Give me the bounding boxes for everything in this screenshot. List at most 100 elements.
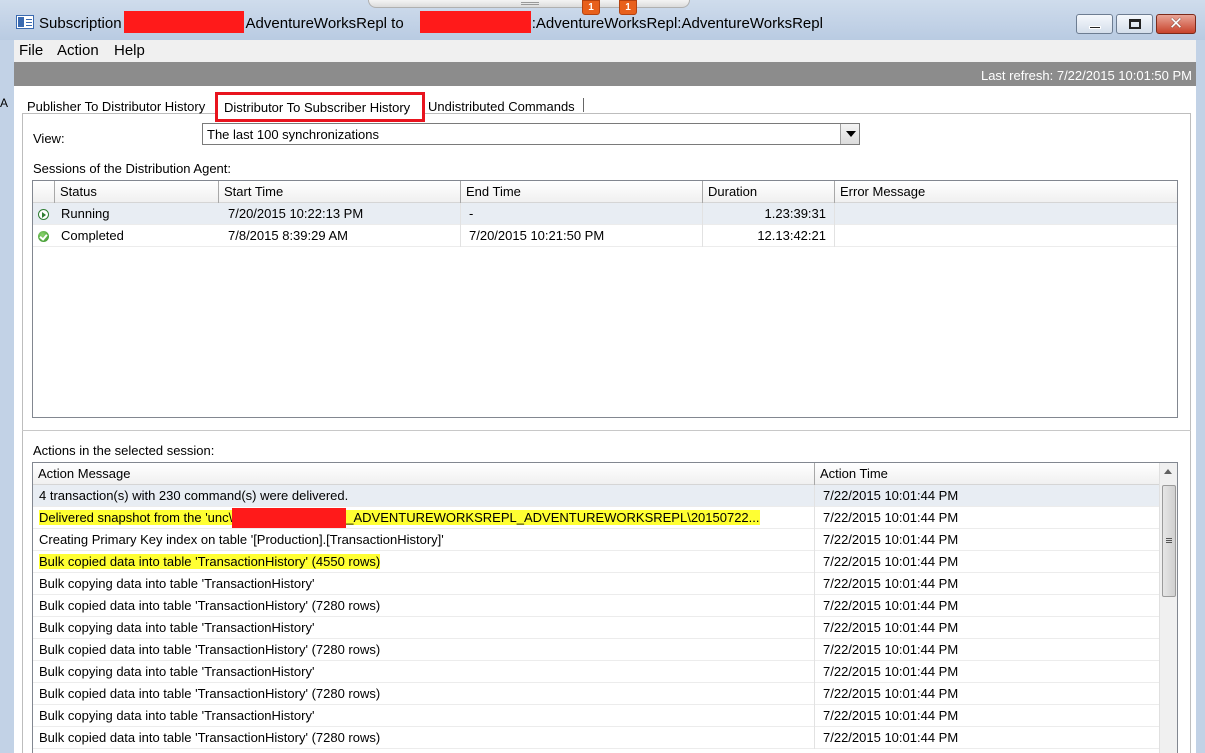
panel-splitter[interactable]	[22, 430, 1191, 431]
tab-distributor-to-subscriber[interactable]: Distributor To Subscriber History	[215, 92, 425, 122]
menu-action[interactable]: Action	[57, 42, 99, 59]
title-prefix: Subscription	[39, 15, 122, 32]
cell-action-message: Bulk copying data into table 'Transactio…	[33, 573, 815, 595]
table-row[interactable]: Creating Primary Key index on table '[Pr…	[33, 529, 1161, 551]
column-header-end-time[interactable]: End Time	[461, 181, 703, 203]
actions-scrollbar[interactable]	[1159, 463, 1177, 753]
cell-action-message: 4 transaction(s) with 230 command(s) wer…	[33, 485, 815, 507]
minimize-icon	[1089, 26, 1101, 29]
column-header-action-time[interactable]: Action Time	[815, 463, 1161, 485]
cell-action-time: 7/22/2015 10:01:44 PM	[823, 708, 959, 723]
cell-status: Running	[61, 206, 110, 221]
cell-action-message: Bulk copying data into table 'Transactio…	[33, 705, 815, 727]
view-label: View:	[33, 131, 65, 146]
cell-action-message: Bulk copied data into table 'Transaction…	[33, 595, 815, 617]
cell-start-time: 7/8/2015 8:39:29 AM	[219, 225, 461, 247]
table-row[interactable]: Completed 7/8/2015 8:39:29 AM 7/20/2015 …	[33, 225, 1177, 247]
cell-action-message: Creating Primary Key index on table '[Pr…	[33, 529, 815, 551]
notification-badge[interactable]: 1	[582, 0, 600, 15]
tab-publisher-to-distributor[interactable]: Publisher To Distributor History	[27, 99, 205, 114]
table-row[interactable]: Bulk copying data into table 'Transactio…	[33, 573, 1161, 595]
background-window-text: A	[0, 96, 9, 110]
cell-action-time: 7/22/2015 10:01:44 PM	[823, 664, 959, 679]
cell-duration: 1.23:39:31	[703, 203, 835, 225]
table-row[interactable]: Bulk copied data into table 'Transaction…	[33, 595, 1161, 617]
column-header-status[interactable]: Status	[55, 181, 219, 203]
cell-duration: 12.13:42:21	[703, 225, 835, 247]
maximize-button[interactable]	[1116, 14, 1153, 34]
column-header-duration[interactable]: Duration	[703, 181, 835, 203]
view-select[interactable]: The last 100 synchronizations	[202, 123, 860, 145]
app-icon	[16, 15, 34, 29]
scroll-thumb[interactable]	[1162, 485, 1176, 597]
window-frame-right	[1196, 40, 1205, 753]
chevron-down-icon[interactable]	[840, 124, 859, 144]
cell-action-message: Bulk copied data into table 'Transaction…	[33, 639, 815, 661]
cell-action-message: Bulk copied data into table 'Transaction…	[33, 683, 815, 705]
close-button[interactable]: ✕	[1156, 14, 1196, 34]
menu-help[interactable]: Help	[114, 42, 145, 59]
table-row[interactable]: 4 transaction(s) with 230 command(s) wer…	[33, 485, 1161, 507]
completed-icon	[38, 231, 49, 242]
cell-action-time: 7/22/2015 10:01:44 PM	[823, 620, 959, 635]
tab-distributor-to-subscriber-label: Distributor To Subscriber History	[224, 100, 411, 115]
table-row[interactable]: Bulk copying data into table 'Transactio…	[33, 705, 1161, 727]
cell-action-time: 7/22/2015 10:01:44 PM	[823, 642, 959, 657]
cell-action-time: 7/22/2015 10:01:44 PM	[823, 488, 959, 503]
table-row[interactable]: Running 7/20/2015 10:22:13 PM - 1.23:39:…	[33, 203, 1177, 225]
notification-badge[interactable]: 1	[619, 0, 637, 15]
cell-error-message	[835, 225, 1177, 247]
column-header-start-time[interactable]: Start Time	[219, 181, 461, 203]
table-row[interactable]: Bulk copied data into table 'Transaction…	[33, 639, 1161, 661]
scroll-up-icon[interactable]	[1160, 463, 1177, 481]
cell-action-time: 7/22/2015 10:01:44 PM	[823, 510, 959, 525]
cell-end-time: 7/20/2015 10:21:50 PM	[461, 225, 703, 247]
cell-start-time: 7/20/2015 10:22:13 PM	[219, 203, 461, 225]
menu-bar: File Action Help	[14, 40, 1196, 62]
cell-action-message: Delivered snapshot from the 'unc\ _ADVENT…	[33, 507, 815, 529]
tab-undistributed-commands[interactable]: Undistributed Commands	[428, 99, 575, 114]
maximize-icon	[1129, 19, 1141, 29]
window-title: Subscription AdventureWorksRepl to :Advent…	[39, 11, 823, 37]
highlight-marker: Bulk copied data into table 'Transaction…	[39, 554, 381, 569]
view-select-value: The last 100 synchronizations	[207, 127, 379, 142]
last-refresh-text: Last refresh: 7/22/2015 10:01:50 PM	[980, 68, 1192, 83]
column-header-error-message[interactable]: Error Message	[835, 181, 1177, 203]
row-indicator-header	[33, 181, 55, 203]
table-row[interactable]: Delivered snapshot from the 'unc\ _ADVENT…	[33, 507, 1161, 529]
cell-action-message: Bulk copied data into table 'Transaction…	[33, 727, 815, 749]
cell-action-message: Bulk copied data into table 'Transaction…	[33, 551, 815, 573]
cell-action-message: Bulk copying data into table 'Transactio…	[33, 661, 815, 683]
snapshot-message-prefix: Delivered snapshot from the 'unc\	[39, 510, 233, 525]
table-row[interactable]: Bulk copying data into table 'Transactio…	[33, 617, 1161, 639]
cell-action-time: 7/22/2015 10:01:44 PM	[823, 554, 959, 569]
minimize-button[interactable]	[1076, 14, 1113, 34]
redacted-server-name	[232, 508, 347, 528]
window-frame-left	[0, 40, 14, 753]
main-content: Publisher To Distributor History Distrib…	[14, 86, 1196, 753]
cell-end-time: -	[461, 203, 703, 225]
table-row[interactable]: Bulk copied data into table 'Transaction…	[33, 551, 1161, 573]
window-title-bar[interactable]: Subscription AdventureWorksRepl to :Advent…	[0, 0, 1205, 40]
table-row[interactable]: Bulk copying data into table 'Transactio…	[33, 661, 1161, 683]
screen-grab-handle[interactable]	[368, 0, 690, 8]
table-row[interactable]: Bulk copied data into table 'Transaction…	[33, 683, 1161, 705]
cell-action-time: 7/22/2015 10:01:44 PM	[823, 598, 959, 613]
refresh-bar: Last refresh: 7/22/2015 10:01:50 PM	[14, 62, 1196, 86]
actions-label: Actions in the selected session:	[33, 443, 215, 458]
menu-file[interactable]: File	[19, 42, 43, 59]
cell-action-time: 7/22/2015 10:01:44 PM	[823, 686, 959, 701]
actions-grid-header: Action Message Action Time	[33, 463, 1161, 485]
table-row[interactable]: Bulk copied data into table 'Transaction…	[33, 727, 1161, 749]
tab-separator	[583, 98, 584, 112]
close-icon: ✕	[1168, 14, 1184, 33]
cell-action-time: 7/22/2015 10:01:44 PM	[823, 576, 959, 591]
snapshot-message-suffix: _ADVENTUREWORKSREPL_ADVENTUREWORKSREPL\2…	[346, 510, 760, 525]
sessions-grid: Status Start Time End Time Duration Erro…	[32, 180, 1178, 418]
title-suffix: :AdventureWorksRepl:AdventureWorksRepl	[531, 15, 823, 32]
redacted-subscriber	[419, 11, 531, 33]
cell-error-message	[835, 203, 1177, 225]
title-middle: AdventureWorksRepl to	[245, 15, 404, 32]
cell-action-message: Bulk copying data into table 'Transactio…	[33, 617, 815, 639]
column-header-action-message[interactable]: Action Message	[33, 463, 815, 485]
